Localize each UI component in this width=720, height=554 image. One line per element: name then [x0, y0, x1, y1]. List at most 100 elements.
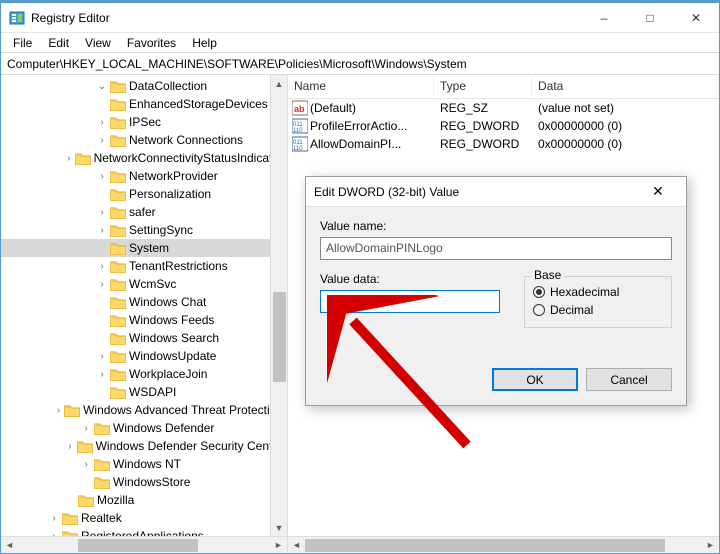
column-data[interactable]: Data [532, 75, 719, 98]
scroll-thumb[interactable] [305, 539, 665, 552]
list-item[interactable]: ProfileErrorActio...REG_DWORD0x00000000 … [288, 117, 719, 135]
chevron-right-icon[interactable]: › [95, 223, 109, 237]
tree-item[interactable]: ›Windows Defender Security Center [1, 437, 287, 455]
chevron-right-icon[interactable]: › [64, 151, 73, 165]
folder-icon [78, 494, 94, 507]
cancel-button[interactable]: Cancel [586, 368, 672, 391]
tree-item-label: Windows Feeds [129, 313, 218, 327]
tree-item[interactable]: › Windows NT [1, 455, 287, 473]
tree-item-label: Windows Chat [129, 295, 210, 309]
folder-icon [110, 278, 126, 291]
menu-file[interactable]: File [5, 34, 40, 52]
minimize-button[interactable]: – [581, 3, 627, 32]
reg-string-icon [288, 100, 308, 116]
value-type: REG_SZ [434, 101, 532, 115]
column-type[interactable]: Type [434, 75, 532, 98]
tree-item[interactable]: EnhancedStorageDevices [1, 95, 287, 113]
tree-item[interactable]: ›WcmSvc [1, 275, 287, 293]
folder-icon [77, 440, 93, 453]
scroll-down-icon[interactable]: ▼ [271, 519, 287, 536]
tree-item[interactable]: Windows Feeds [1, 311, 287, 329]
chevron-right-icon[interactable]: › [95, 205, 109, 219]
registry-tree[interactable]: ⌄DataCollectionEnhancedStorageDevices›IP… [1, 75, 287, 545]
chevron-right-icon[interactable]: › [95, 277, 109, 291]
tree-item[interactable]: ›Windows Advanced Threat Protection [1, 401, 287, 419]
dialog-close-button[interactable]: ✕ [638, 183, 678, 200]
tree-item[interactable]: ›safer [1, 203, 287, 221]
column-name[interactable]: Name [288, 75, 434, 98]
close-button[interactable]: ✕ [673, 3, 719, 32]
tree-horizontal-scrollbar[interactable]: ◄ ► [1, 536, 287, 553]
chevron-right-icon[interactable]: › [54, 403, 63, 417]
tree-item-label: Windows Search [129, 331, 223, 345]
chevron-right-icon[interactable]: › [64, 439, 75, 453]
list-item[interactable]: (Default)REG_SZ(value not set) [288, 99, 719, 117]
tree-item[interactable]: ⌄DataCollection [1, 77, 287, 95]
tree-item[interactable]: System [1, 239, 287, 257]
chevron-right-icon[interactable]: › [95, 259, 109, 273]
chevron-right-icon[interactable]: › [47, 511, 61, 525]
folder-icon [110, 80, 126, 93]
scroll-thumb[interactable] [273, 292, 286, 382]
menu-edit[interactable]: Edit [40, 34, 77, 52]
scroll-right-icon[interactable]: ► [702, 537, 719, 554]
chevron-right-icon[interactable]: › [95, 133, 109, 147]
tree-spacer [63, 493, 77, 507]
window-titlebar: Registry Editor – □ ✕ [1, 3, 719, 33]
tree-item[interactable]: Windows Search [1, 329, 287, 347]
tree-item-label: NetworkProvider [129, 169, 222, 183]
folder-icon [110, 98, 126, 111]
scroll-right-icon[interactable]: ► [270, 537, 287, 554]
chevron-right-icon[interactable]: › [79, 457, 93, 471]
value-data-input[interactable] [320, 290, 500, 313]
menu-help[interactable]: Help [184, 34, 225, 52]
radio-hexadecimal[interactable]: Hexadecimal [533, 283, 663, 301]
folder-icon [110, 314, 126, 327]
tree-item[interactable]: ›TenantRestrictions [1, 257, 287, 275]
tree-item[interactable]: ›Realtek [1, 509, 287, 527]
ok-button[interactable]: OK [492, 368, 578, 391]
folder-icon [110, 116, 126, 129]
tree-item[interactable]: ›Network Connections [1, 131, 287, 149]
tree-item[interactable]: Windows Chat [1, 293, 287, 311]
tree-item[interactable]: › WorkplaceJoin [1, 365, 287, 383]
tree-spacer [95, 313, 109, 327]
tree-item[interactable]: ›NetworkConnectivityStatusIndicator [1, 149, 287, 167]
tree-item-label: WindowsStore [113, 475, 194, 489]
scroll-left-icon[interactable]: ◄ [288, 537, 305, 554]
tree-item-label: WorkplaceJoin [129, 367, 211, 381]
chevron-right-icon[interactable]: › [95, 349, 109, 363]
radio-decimal[interactable]: Decimal [533, 301, 663, 319]
chevron-right-icon[interactable]: › [95, 169, 109, 183]
folder-icon [110, 332, 126, 345]
tree-item[interactable]: ›Windows Defender [1, 419, 287, 437]
scroll-up-icon[interactable]: ▲ [271, 75, 287, 92]
tree-item[interactable]: ›WindowsUpdate [1, 347, 287, 365]
menu-view[interactable]: View [77, 34, 119, 52]
tree-item[interactable]: WSDAPI [1, 383, 287, 401]
chevron-right-icon[interactable]: › [95, 115, 109, 129]
chevron-right-icon[interactable]: › [79, 421, 93, 435]
tree-item[interactable]: Personalization [1, 185, 287, 203]
tree-item[interactable]: ›IPSec [1, 113, 287, 131]
address-bar[interactable]: Computer\HKEY_LOCAL_MACHINE\SOFTWARE\Pol… [1, 53, 719, 75]
tree-item[interactable]: Mozilla [1, 491, 287, 509]
base-group: Base Hexadecimal Decimal [524, 276, 672, 328]
tree-item[interactable]: ›SettingSync [1, 221, 287, 239]
tree-item[interactable]: › NetworkProvider [1, 167, 287, 185]
scroll-thumb[interactable] [78, 539, 198, 552]
menu-favorites[interactable]: Favorites [119, 34, 184, 52]
tree-item-label: Windows NT [113, 457, 185, 471]
list-item[interactable]: AllowDomainPI...REG_DWORD0x00000000 (0) [288, 135, 719, 153]
chevron-right-icon[interactable]: › [95, 367, 109, 381]
window-title: Registry Editor [31, 11, 581, 25]
list-horizontal-scrollbar[interactable]: ◄ ► [288, 536, 719, 553]
chevron-down-icon[interactable]: ⌄ [95, 79, 109, 93]
tree-vertical-scrollbar[interactable]: ▲ ▼ [270, 75, 287, 536]
value-name-label: Value name: [320, 219, 672, 233]
tree-item[interactable]: WindowsStore [1, 473, 287, 491]
scroll-left-icon[interactable]: ◄ [1, 537, 18, 554]
maximize-button[interactable]: □ [627, 3, 673, 32]
folder-icon [110, 170, 126, 183]
value-type: REG_DWORD [434, 137, 532, 151]
